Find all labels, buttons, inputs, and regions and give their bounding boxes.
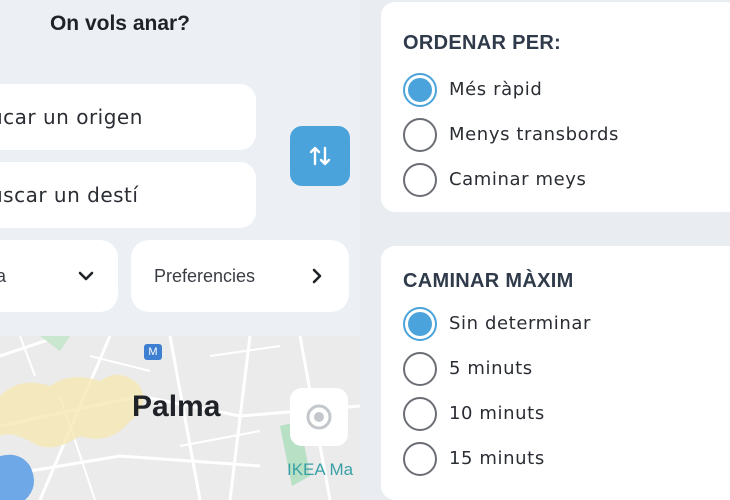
radio-unselected[interactable] xyxy=(403,117,437,152)
sort-options: Més ràpid Menys transbords Caminar meys xyxy=(403,67,730,202)
radio-unselected[interactable] xyxy=(403,396,437,431)
chevron-right-icon xyxy=(312,268,322,284)
search-panel: On vols anar? ucar un origen uscar un de… xyxy=(0,0,360,500)
max-walk-title: CAMINAR MÀXIM xyxy=(403,270,574,292)
map-view[interactable]: M Palma IKEA Ma xyxy=(0,336,360,500)
walk-option-label: 10 minuts xyxy=(449,403,545,424)
location-target-icon xyxy=(306,404,332,430)
radio-unselected[interactable] xyxy=(403,162,437,197)
swap-icon xyxy=(309,146,331,166)
sort-option-label: Més ràpid xyxy=(449,79,543,100)
page-title: On vols anar? xyxy=(49,12,191,35)
chevron-down-icon xyxy=(78,271,94,281)
metro-icon: M xyxy=(144,344,162,360)
map-city-label: Palma xyxy=(132,390,221,423)
preferences-label: Preferencies xyxy=(154,265,256,286)
walk-option-label: 15 minuts xyxy=(449,448,545,469)
radio-selected[interactable] xyxy=(403,72,437,107)
sort-option-fewer-transfers[interactable]: Menys transbords xyxy=(403,112,730,157)
time-option-label: a xyxy=(0,265,7,286)
walk-option-5[interactable]: 5 minuts xyxy=(403,346,730,391)
preferences-button[interactable]: Preferencies xyxy=(131,240,349,312)
sort-option-label: Menys transbords xyxy=(449,124,619,145)
sort-option-label: Caminar meys xyxy=(449,169,587,190)
walk-option-15[interactable]: 15 minuts xyxy=(403,436,730,481)
walk-option-10[interactable]: 10 minuts xyxy=(403,391,730,436)
walk-option-label: 5 minuts xyxy=(449,358,533,379)
locate-me-button[interactable] xyxy=(290,388,348,446)
origin-input[interactable]: ucar un origen xyxy=(0,84,256,150)
walk-option-label: Sin determinar xyxy=(449,313,592,334)
sort-option-fastest[interactable]: Més ràpid xyxy=(403,67,730,112)
radio-unselected[interactable] xyxy=(403,351,437,386)
sort-card: ORDENAR PER: Més ràpid Menys transbords … xyxy=(381,2,730,212)
origin-input-text: ucar un origen xyxy=(0,105,143,129)
radio-selected[interactable] xyxy=(403,306,437,341)
destination-input[interactable]: uscar un destí xyxy=(0,162,256,228)
swap-button[interactable] xyxy=(290,126,350,186)
max-walk-card: CAMINAR MÀXIM Sin determinar 5 minuts 10… xyxy=(381,246,730,500)
radio-unselected[interactable] xyxy=(403,441,437,476)
time-option-dropdown[interactable]: a xyxy=(0,240,118,312)
sort-option-less-walking[interactable]: Caminar meys xyxy=(403,157,730,202)
max-walk-options: Sin determinar 5 minuts 10 minuts 15 min… xyxy=(403,301,730,481)
sort-title: ORDENAR PER: xyxy=(403,32,562,54)
walk-option-undetermined[interactable]: Sin determinar xyxy=(403,301,730,346)
destination-input-text: uscar un destí xyxy=(0,183,139,207)
map-poi-label: IKEA Ma xyxy=(287,460,354,479)
